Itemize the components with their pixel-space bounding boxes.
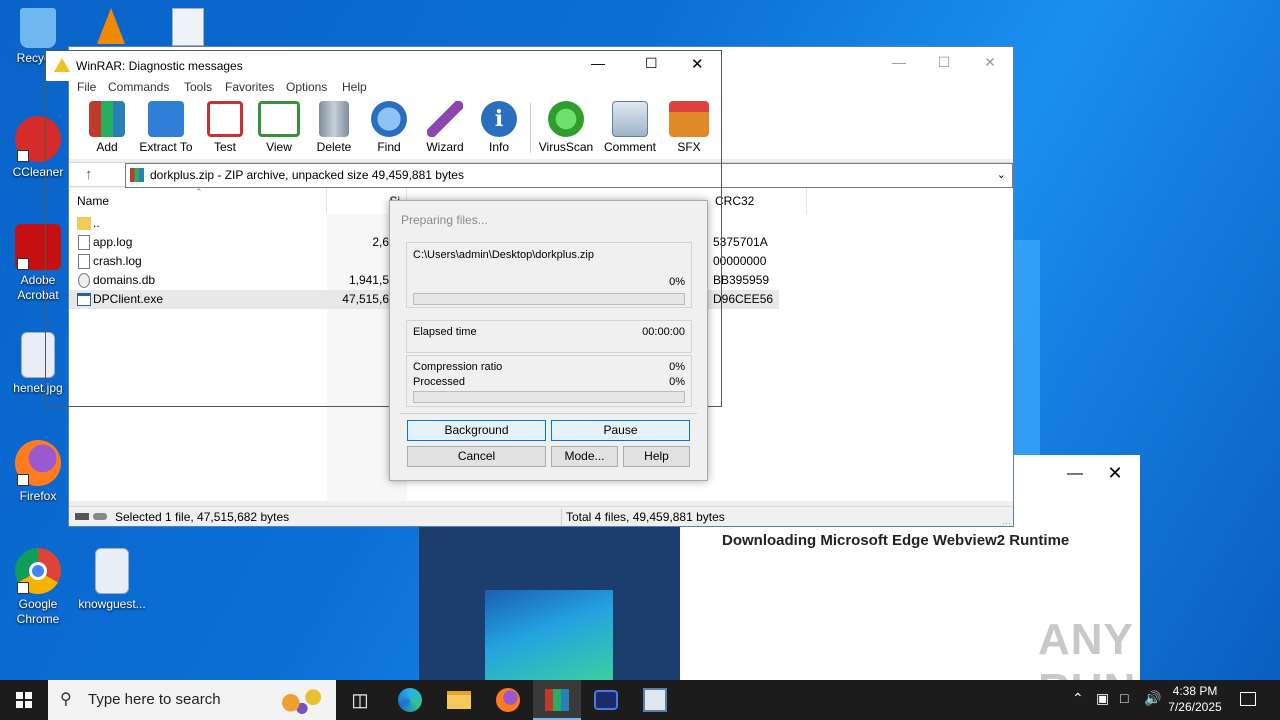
desktop-icon-label: knowguest... bbox=[78, 597, 146, 611]
file-crc: D96CEE56 bbox=[713, 292, 774, 306]
chrome-icon bbox=[15, 548, 61, 594]
clock[interactable]: 4:38 PM 7/26/2025 bbox=[1160, 680, 1230, 720]
processed-label: Processed bbox=[413, 376, 465, 388]
shortcut-arrow-icon bbox=[17, 474, 29, 486]
resize-grip-icon[interactable]: ⋯ bbox=[1002, 513, 1011, 533]
network-icon[interactable]: □ bbox=[1120, 690, 1128, 706]
processed-value: 0% bbox=[669, 376, 685, 388]
taskbar: ⚲ Type here to search ◫ ⌃ ▣ □ 🔊 4:38 PM … bbox=[0, 680, 1280, 720]
chevron-down-icon[interactable]: ⌄ bbox=[997, 164, 1006, 187]
search-highlight-flowers-icon bbox=[274, 686, 330, 714]
key-icon bbox=[93, 513, 107, 520]
status-selected: Selected 1 file, 47,515,682 bytes bbox=[115, 510, 290, 524]
ratio-label: Compression ratio bbox=[413, 361, 503, 373]
cancel-button[interactable]: Cancel bbox=[407, 446, 546, 467]
clock-date: 7/26/2025 bbox=[1168, 700, 1222, 714]
diagnostic-title: WinRAR: Diagnostic messages bbox=[76, 59, 243, 73]
drive-icon bbox=[75, 513, 89, 520]
close-button[interactable]: ✕ bbox=[967, 51, 1013, 73]
status-bar: Selected 1 file, 47,515,682 bytes Total … bbox=[69, 506, 1013, 528]
windows-logo-icon bbox=[16, 692, 32, 708]
minimize-button[interactable]: — bbox=[1060, 465, 1090, 489]
elapsed-group: Elapsed time 00:00:00 bbox=[406, 320, 692, 353]
close-button[interactable]: ✕ bbox=[1100, 463, 1130, 487]
folder-icon bbox=[447, 691, 471, 709]
clock-time: 4:38 PM bbox=[1172, 684, 1218, 698]
desktop-icon-label: Firefox bbox=[19, 489, 57, 503]
elapsed-value: 00:00:00 bbox=[642, 326, 685, 338]
taskbar-search-box[interactable]: ⚲ Type here to search bbox=[48, 680, 336, 720]
edge-taskbar-icon[interactable] bbox=[386, 680, 434, 720]
diagnostic-title-bar: WinRAR: Diagnostic messages — ☐ ✕ bbox=[46, 51, 721, 81]
desktop-icon-firefox[interactable]: Firefox bbox=[0, 440, 76, 504]
winrar-icon bbox=[545, 689, 569, 711]
dorkplus-icon bbox=[594, 690, 618, 710]
file-percent: 0% bbox=[669, 276, 685, 288]
shortcut-arrow-icon bbox=[17, 258, 29, 270]
status-total: Total 4 files, 49,459,881 bytes bbox=[566, 510, 725, 524]
ratio-value: 0% bbox=[669, 361, 685, 373]
desktop-icon-knowguest[interactable]: knowguest... bbox=[74, 548, 150, 612]
background-button[interactable]: Background bbox=[407, 420, 546, 441]
status-divider bbox=[561, 509, 562, 525]
wallpaper-beam bbox=[1010, 240, 1040, 460]
meet-now-icon[interactable]: ▣ bbox=[1096, 690, 1109, 707]
dorkplus-taskbar-icon[interactable] bbox=[582, 680, 630, 720]
start-button[interactable] bbox=[0, 680, 48, 720]
desktop-icon-google-chrome[interactable]: Google Chrome bbox=[0, 548, 76, 627]
image-file-icon bbox=[172, 8, 204, 46]
notifications-button[interactable] bbox=[1234, 680, 1264, 720]
vlc-cone-icon bbox=[97, 8, 125, 44]
progress-dialog: Preparing files... C:\Users\admin\Deskto… bbox=[389, 200, 708, 481]
dialog-separator bbox=[400, 413, 697, 414]
column-header-crc32[interactable]: CRC32 bbox=[707, 188, 807, 214]
chrome-center-icon bbox=[29, 562, 47, 580]
desktop-icon-vlc[interactable] bbox=[94, 4, 128, 44]
progress-title: Preparing files... bbox=[401, 213, 488, 227]
firefox-taskbar-icon[interactable] bbox=[484, 680, 532, 720]
search-placeholder: Type here to search bbox=[88, 691, 221, 708]
file-progress-group: C:\Users\admin\Desktop\dorkplus.zip 0% bbox=[406, 242, 692, 308]
task-view-icon[interactable]: ◫ bbox=[336, 680, 384, 720]
desktop-icon-label: Google Chrome bbox=[16, 597, 60, 626]
elapsed-label: Elapsed time bbox=[413, 326, 477, 338]
winrar-taskbar-icon[interactable] bbox=[533, 680, 581, 720]
installer-taskbar-icon[interactable] bbox=[631, 680, 679, 720]
installer-icon bbox=[643, 688, 667, 712]
minimize-button[interactable]: — bbox=[591, 55, 605, 71]
maximize-button[interactable]: ☐ bbox=[921, 51, 967, 73]
notification-icon bbox=[1240, 692, 1256, 706]
firefox-icon bbox=[15, 440, 61, 486]
show-hidden-icons-chevron-icon[interactable]: ⌃ bbox=[1072, 690, 1084, 707]
processed-progress-bar bbox=[413, 391, 685, 403]
edge-icon bbox=[398, 688, 422, 712]
file-explorer-taskbar-icon[interactable] bbox=[435, 680, 483, 720]
shortcut-arrow-icon bbox=[17, 150, 29, 162]
edge-logo-tile-icon bbox=[485, 590, 613, 680]
recycle-bin-icon bbox=[20, 8, 56, 48]
pause-button[interactable]: Pause bbox=[551, 420, 690, 441]
image-file-icon bbox=[95, 548, 129, 594]
compression-group: Compression ratio 0% Processed 0% bbox=[406, 355, 692, 407]
current-file-path: C:\Users\admin\Desktop\dorkplus.zip bbox=[413, 249, 594, 261]
firefox-icon bbox=[496, 688, 520, 712]
help-button[interactable]: Help bbox=[623, 446, 690, 467]
volume-icon[interactable]: 🔊 bbox=[1144, 690, 1161, 707]
mode-button[interactable]: Mode... bbox=[551, 446, 618, 467]
close-button[interactable]: ✕ bbox=[691, 55, 704, 73]
file-progress-bar bbox=[413, 293, 685, 305]
shortcut-arrow-icon bbox=[17, 582, 29, 594]
desktop-icon-image-file[interactable] bbox=[166, 8, 210, 46]
installer-heading: Downloading Microsoft Edge Webview2 Runt… bbox=[722, 532, 1070, 549]
warning-icon bbox=[54, 58, 70, 72]
maximize-button[interactable]: ☐ bbox=[645, 55, 658, 72]
minimize-button[interactable]: — bbox=[876, 51, 922, 73]
search-icon: ⚲ bbox=[60, 691, 72, 708]
